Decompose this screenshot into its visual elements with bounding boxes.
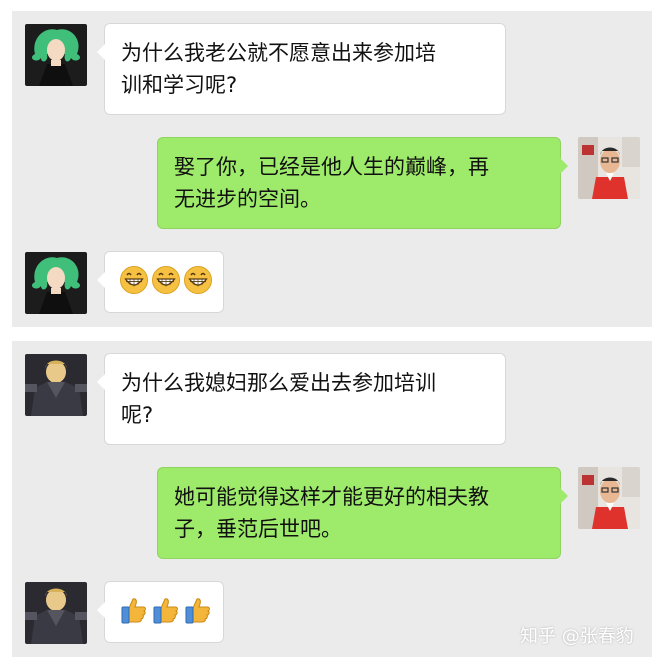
bubble-tail <box>560 488 568 504</box>
message-line: 训和学习呢? <box>121 73 238 97</box>
avatar-image <box>25 582 87 644</box>
message-text: 她可能觉得这样才能更好的相夫教 子，垂范后世吧。 <box>174 481 546 545</box>
avatar-bald-hero[interactable] <box>25 582 87 644</box>
message-text: 为什么我老公就不愿意出来参加培 训和学习呢? <box>121 37 491 101</box>
avatar-image <box>25 24 87 86</box>
message-text: 娶了你，已经是他人生的巅峰，再 无进步的空间。 <box>174 151 546 215</box>
bubble-tail <box>560 158 568 174</box>
watermark: 知乎 @张春豹 <box>520 626 634 647</box>
avatar-man-glasses[interactable] <box>578 137 640 199</box>
message-line: 为什么我媳妇那么爱出去参加培训 <box>121 371 436 395</box>
avatar-bald-hero[interactable] <box>25 354 87 416</box>
avatar-image <box>578 467 640 529</box>
bubble-tail <box>97 44 105 60</box>
bubble-tail <box>97 272 105 288</box>
bubble-tail <box>97 602 105 618</box>
avatar-green-hair[interactable] <box>25 24 87 86</box>
thumbs-up-emoji-icon <box>183 595 213 625</box>
chat-panel-1: 为什么我老公就不愿意出来参加培 训和学习呢? 娶了你，已经是他人生的巅峰，再 无… <box>12 11 652 327</box>
avatar-image <box>25 354 87 416</box>
message-line: 无进步的空间。 <box>174 187 321 211</box>
message-line: 娶了你，已经是他人生的巅峰，再 <box>174 155 489 179</box>
message-bubble-outgoing[interactable]: 她可能觉得这样才能更好的相夫教 子，垂范后世吧。 <box>157 467 568 559</box>
message-line: 她可能觉得这样才能更好的相夫教 <box>174 485 489 509</box>
chat-panel-2: 为什么我媳妇那么爱出去参加培训 呢? 她可能觉得这样才能更好的相夫教 子，垂范后… <box>12 341 652 657</box>
emoji-row <box>119 595 213 625</box>
message-bubble-incoming[interactable] <box>97 251 224 313</box>
message-bubble-outgoing[interactable]: 娶了你，已经是他人生的巅峰，再 无进步的空间。 <box>157 137 568 229</box>
message-bubble-incoming[interactable]: 为什么我媳妇那么爱出去参加培训 呢? <box>97 353 506 445</box>
message-text: 为什么我媳妇那么爱出去参加培训 呢? <box>121 367 491 431</box>
thumbs-up-emoji-icon <box>119 595 149 625</box>
avatar-image <box>578 137 640 199</box>
bubble-tail <box>97 374 105 390</box>
emoji-row <box>119 265 213 295</box>
avatar-man-glasses[interactable] <box>578 467 640 529</box>
grin-emoji-icon <box>151 265 181 295</box>
message-line: 呢? <box>121 403 154 427</box>
thumbs-up-emoji-icon <box>151 595 181 625</box>
message-line: 为什么我老公就不愿意出来参加培 <box>121 41 436 65</box>
message-line: 子，垂范后世吧。 <box>174 517 342 541</box>
grin-emoji-icon <box>183 265 213 295</box>
avatar-image <box>25 252 87 314</box>
message-bubble-incoming[interactable] <box>97 581 224 643</box>
avatar-green-hair[interactable] <box>25 252 87 314</box>
grin-emoji-icon <box>119 265 149 295</box>
message-bubble-incoming[interactable]: 为什么我老公就不愿意出来参加培 训和学习呢? <box>97 23 506 115</box>
